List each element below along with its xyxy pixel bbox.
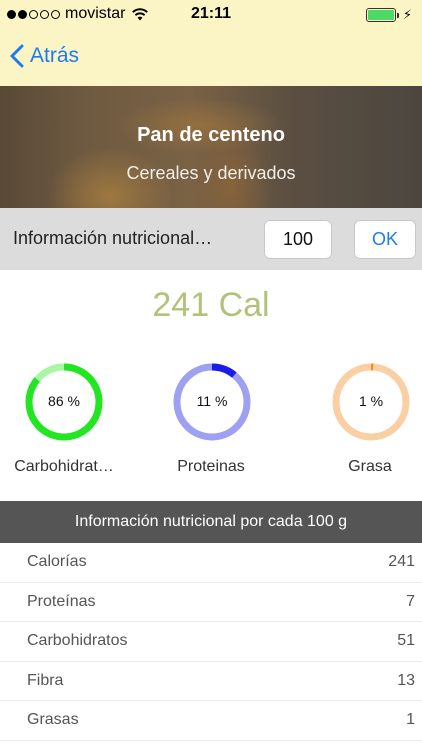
battery-fill: [367, 10, 394, 20]
battery-icon: [365, 8, 396, 22]
table-row: Carbohidratos 51: [0, 622, 422, 662]
charging-bolt-icon: ⚡: [402, 7, 412, 22]
chevron-left-icon: [10, 44, 24, 68]
nutrient-value: 1: [406, 711, 415, 728]
nutrient-value: 241: [388, 553, 415, 570]
nutrient-name: Proteínas: [27, 592, 96, 610]
nutrition-table-header: Información nutricional por cada 100 g: [0, 501, 422, 543]
fat-ring: 1 %: [331, 362, 411, 442]
back-button[interactable]: Atrás: [10, 40, 79, 72]
fat-label: Grasa: [348, 458, 392, 475]
battery-indicator: ⚡: [365, 7, 412, 23]
carbohydrates-ring: 86 %: [24, 362, 104, 442]
nutrient-name: Carbohidratos: [27, 632, 128, 649]
nutrient-name: Calorías: [27, 553, 87, 570]
nutrition-info-label: Información nutricional…: [13, 228, 213, 248]
ok-button[interactable]: OK: [354, 220, 416, 259]
image-overlay: [0, 86, 422, 208]
proteins-ring: 11 %: [172, 362, 252, 442]
navigation-bar: movistar 21:11 ⚡ Atrás: [0, 0, 422, 86]
ring-percent: 86 %: [48, 393, 80, 409]
nutrient-name: Fibra: [27, 671, 64, 689]
status-bar: movistar 21:11 ⚡: [0, 0, 422, 30]
nutrient-value: 7: [406, 592, 415, 610]
proteins-label: Proteinas: [177, 458, 245, 475]
quantity-bar: Información nutricional… 100 OK: [0, 208, 422, 270]
food-header-image: Pan de centeno Cereales y derivados: [0, 86, 422, 208]
nutrient-name: Grasas: [27, 711, 79, 728]
battery-tip: [396, 12, 399, 18]
food-name: Pan de centeno: [137, 124, 285, 146]
ring-percent: 1 %: [358, 393, 384, 409]
table-row: Proteínas 7: [0, 583, 422, 622]
status-time: 21:11: [190, 5, 232, 22]
back-label: Atrás: [30, 44, 80, 67]
ring-percent: 11 %: [196, 393, 228, 409]
quantity-input[interactable]: 100: [264, 220, 332, 259]
table-row: Fibra 13: [0, 662, 422, 701]
nutrient-value: 13: [397, 671, 415, 689]
nutrient-value: 51: [397, 632, 415, 649]
calories-total: 241 Cal: [152, 286, 270, 324]
carbohydrates-label: Carbohidrat…: [14, 458, 114, 475]
table-row: Calorías 241: [0, 543, 422, 583]
food-category: Cereales y derivados: [126, 163, 296, 183]
nutrition-table: Calorías 241 Proteínas 7 Carbohidratos 5…: [0, 543, 422, 741]
table-row: Grasas 1: [0, 701, 422, 741]
